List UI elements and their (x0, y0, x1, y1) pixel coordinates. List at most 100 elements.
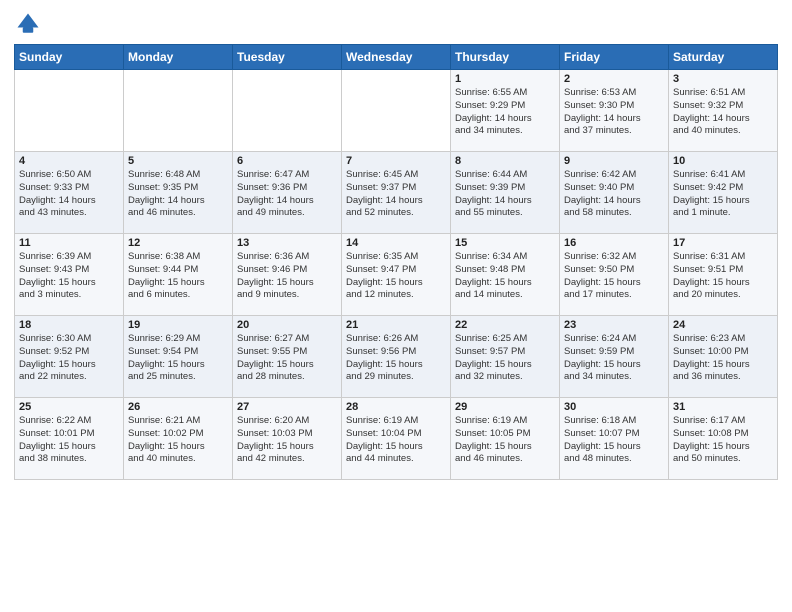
day-info: Sunrise: 6:38 AM Sunset: 9:44 PM Dayligh… (128, 251, 228, 302)
logo-icon (14, 10, 42, 38)
weekday-header: Wednesday (342, 45, 451, 70)
day-info: Sunrise: 6:42 AM Sunset: 9:40 PM Dayligh… (564, 169, 664, 220)
day-info: Sunrise: 6:53 AM Sunset: 9:30 PM Dayligh… (564, 87, 664, 138)
day-info: Sunrise: 6:30 AM Sunset: 9:52 PM Dayligh… (19, 333, 119, 384)
day-info: Sunrise: 6:36 AM Sunset: 9:46 PM Dayligh… (237, 251, 337, 302)
calendar-cell: 19 Sunrise: 6:29 AM Sunset: 9:54 PM Dayli… (124, 316, 233, 398)
day-number: 14 (346, 237, 446, 249)
day-info: Sunrise: 6:55 AM Sunset: 9:29 PM Dayligh… (455, 87, 555, 138)
calendar-cell: 20 Sunrise: 6:27 AM Sunset: 9:55 PM Dayli… (233, 316, 342, 398)
weekday-row: SundayMondayTuesdayWednesdayThursdayFrid… (15, 45, 778, 70)
calendar-week-row: 4 Sunrise: 6:50 AM Sunset: 9:33 PM Daylig… (15, 152, 778, 234)
calendar-cell: 29 Sunrise: 6:19 AM Sunset: 10:05 PM Dayl… (451, 398, 560, 480)
day-info: Sunrise: 6:50 AM Sunset: 9:33 PM Dayligh… (19, 169, 119, 220)
day-number: 21 (346, 319, 446, 331)
day-number: 16 (564, 237, 664, 249)
calendar-cell: 18 Sunrise: 6:30 AM Sunset: 9:52 PM Dayli… (15, 316, 124, 398)
calendar-cell: 14 Sunrise: 6:35 AM Sunset: 9:47 PM Dayli… (342, 234, 451, 316)
day-info: Sunrise: 6:45 AM Sunset: 9:37 PM Dayligh… (346, 169, 446, 220)
calendar-cell (342, 70, 451, 152)
day-info: Sunrise: 6:44 AM Sunset: 9:39 PM Dayligh… (455, 169, 555, 220)
day-number: 19 (128, 319, 228, 331)
day-info: Sunrise: 6:47 AM Sunset: 9:36 PM Dayligh… (237, 169, 337, 220)
day-number: 11 (19, 237, 119, 249)
day-info: Sunrise: 6:20 AM Sunset: 10:03 PM Daylig… (237, 415, 337, 466)
day-info: Sunrise: 6:25 AM Sunset: 9:57 PM Dayligh… (455, 333, 555, 384)
day-info: Sunrise: 6:18 AM Sunset: 10:07 PM Daylig… (564, 415, 664, 466)
day-number: 27 (237, 401, 337, 413)
day-number: 12 (128, 237, 228, 249)
day-number: 8 (455, 155, 555, 167)
day-number: 4 (19, 155, 119, 167)
weekday-header: Tuesday (233, 45, 342, 70)
day-info: Sunrise: 6:19 AM Sunset: 10:05 PM Daylig… (455, 415, 555, 466)
calendar-cell: 16 Sunrise: 6:32 AM Sunset: 9:50 PM Dayli… (560, 234, 669, 316)
calendar-cell: 30 Sunrise: 6:18 AM Sunset: 10:07 PM Dayl… (560, 398, 669, 480)
day-info: Sunrise: 6:21 AM Sunset: 10:02 PM Daylig… (128, 415, 228, 466)
day-info: Sunrise: 6:27 AM Sunset: 9:55 PM Dayligh… (237, 333, 337, 384)
calendar-cell: 7 Sunrise: 6:45 AM Sunset: 9:37 PM Daylig… (342, 152, 451, 234)
calendar-cell: 22 Sunrise: 6:25 AM Sunset: 9:57 PM Dayli… (451, 316, 560, 398)
weekday-header: Monday (124, 45, 233, 70)
calendar-table: SundayMondayTuesdayWednesdayThursdayFrid… (14, 44, 778, 480)
calendar-cell: 2Sunrise: 6:53 AM Sunset: 9:30 PM Daylig… (560, 70, 669, 152)
day-info: Sunrise: 6:41 AM Sunset: 9:42 PM Dayligh… (673, 169, 773, 220)
day-number: 10 (673, 155, 773, 167)
day-number: 29 (455, 401, 555, 413)
day-number: 5 (128, 155, 228, 167)
calendar-header: SundayMondayTuesdayWednesdayThursdayFrid… (15, 45, 778, 70)
day-info: Sunrise: 6:22 AM Sunset: 10:01 PM Daylig… (19, 415, 119, 466)
day-number: 31 (673, 401, 773, 413)
day-number: 30 (564, 401, 664, 413)
calendar-cell: 27 Sunrise: 6:20 AM Sunset: 10:03 PM Dayl… (233, 398, 342, 480)
calendar-cell: 24Sunrise: 6:23 AM Sunset: 10:00 PM Dayl… (669, 316, 778, 398)
day-info: Sunrise: 6:26 AM Sunset: 9:56 PM Dayligh… (346, 333, 446, 384)
calendar-cell: 15Sunrise: 6:34 AM Sunset: 9:48 PM Dayli… (451, 234, 560, 316)
day-number: 17 (673, 237, 773, 249)
day-info: Sunrise: 6:32 AM Sunset: 9:50 PM Dayligh… (564, 251, 664, 302)
day-number: 3 (673, 73, 773, 85)
day-number: 25 (19, 401, 119, 413)
day-info: Sunrise: 6:51 AM Sunset: 9:32 PM Dayligh… (673, 87, 773, 138)
day-number: 15 (455, 237, 555, 249)
day-number: 1 (455, 73, 555, 85)
day-number: 18 (19, 319, 119, 331)
day-info: Sunrise: 6:31 AM Sunset: 9:51 PM Dayligh… (673, 251, 773, 302)
day-number: 6 (237, 155, 337, 167)
calendar-cell: 26Sunrise: 6:21 AM Sunset: 10:02 PM Dayl… (124, 398, 233, 480)
day-info: Sunrise: 6:39 AM Sunset: 9:43 PM Dayligh… (19, 251, 119, 302)
calendar-cell: 6 Sunrise: 6:47 AM Sunset: 9:36 PM Daylig… (233, 152, 342, 234)
day-info: Sunrise: 6:29 AM Sunset: 9:54 PM Dayligh… (128, 333, 228, 384)
calendar-cell: 12 Sunrise: 6:38 AM Sunset: 9:44 PM Dayli… (124, 234, 233, 316)
calendar-body: 1 Sunrise: 6:55 AM Sunset: 9:29 PM Daylig… (15, 70, 778, 480)
day-number: 9 (564, 155, 664, 167)
day-number: 28 (346, 401, 446, 413)
calendar-cell (233, 70, 342, 152)
weekday-header: Sunday (15, 45, 124, 70)
calendar-cell: 28Sunrise: 6:19 AM Sunset: 10:04 PM Dayl… (342, 398, 451, 480)
calendar-cell: 10 Sunrise: 6:41 AM Sunset: 9:42 PM Dayli… (669, 152, 778, 234)
calendar-cell: 17 Sunrise: 6:31 AM Sunset: 9:51 PM Dayli… (669, 234, 778, 316)
calendar-cell: 1 Sunrise: 6:55 AM Sunset: 9:29 PM Daylig… (451, 70, 560, 152)
calendar-cell: 3 Sunrise: 6:51 AM Sunset: 9:32 PM Daylig… (669, 70, 778, 152)
calendar-cell (15, 70, 124, 152)
calendar-cell: 4 Sunrise: 6:50 AM Sunset: 9:33 PM Daylig… (15, 152, 124, 234)
day-number: 20 (237, 319, 337, 331)
calendar-cell: 11 Sunrise: 6:39 AM Sunset: 9:43 PM Dayli… (15, 234, 124, 316)
day-info: Sunrise: 6:35 AM Sunset: 9:47 PM Dayligh… (346, 251, 446, 302)
weekday-header: Thursday (451, 45, 560, 70)
day-info: Sunrise: 6:48 AM Sunset: 9:35 PM Dayligh… (128, 169, 228, 220)
day-info: Sunrise: 6:24 AM Sunset: 9:59 PM Dayligh… (564, 333, 664, 384)
calendar-week-row: 18 Sunrise: 6:30 AM Sunset: 9:52 PM Dayli… (15, 316, 778, 398)
calendar-cell: 5 Sunrise: 6:48 AM Sunset: 9:35 PM Daylig… (124, 152, 233, 234)
calendar-cell: 8 Sunrise: 6:44 AM Sunset: 9:39 PM Daylig… (451, 152, 560, 234)
calendar-week-row: 1 Sunrise: 6:55 AM Sunset: 9:29 PM Daylig… (15, 70, 778, 152)
calendar-cell: 21 Sunrise: 6:26 AM Sunset: 9:56 PM Dayli… (342, 316, 451, 398)
day-info: Sunrise: 6:17 AM Sunset: 10:08 PM Daylig… (673, 415, 773, 466)
logo (14, 10, 46, 38)
weekday-header: Saturday (669, 45, 778, 70)
page-container: SundayMondayTuesdayWednesdayThursdayFrid… (0, 0, 792, 488)
day-number: 22 (455, 319, 555, 331)
day-number: 7 (346, 155, 446, 167)
calendar-week-row: 11 Sunrise: 6:39 AM Sunset: 9:43 PM Dayli… (15, 234, 778, 316)
